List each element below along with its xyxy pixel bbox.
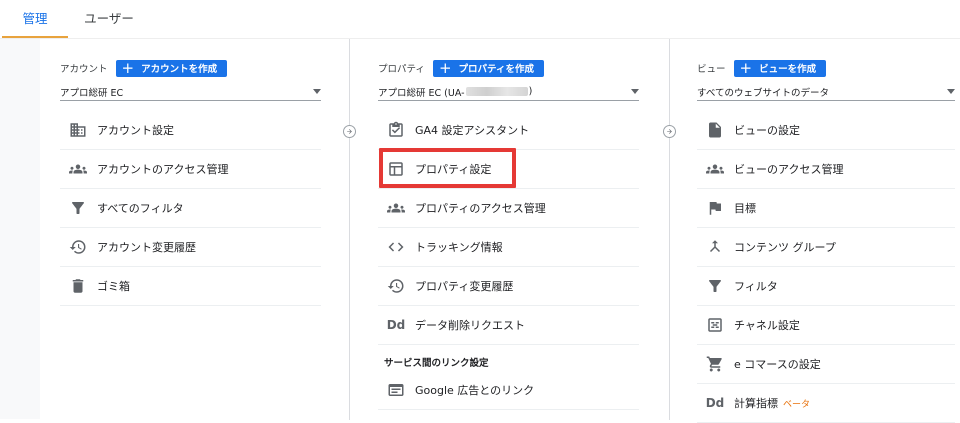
product-links-heading: サービス間のリンク設定 bbox=[384, 358, 489, 369]
arrow-right-icon bbox=[343, 125, 356, 138]
account-selected: アプロ総研 EC bbox=[60, 87, 124, 99]
trash-item[interactable]: ゴミ箱 bbox=[60, 267, 321, 306]
property-access-label: プロパティのアクセス管理 bbox=[415, 202, 546, 215]
property-selected-prefix: アプロ総研 EC (UA- bbox=[378, 87, 465, 99]
arrow-right-icon bbox=[663, 125, 676, 138]
plus-icon: + bbox=[739, 58, 753, 77]
goals-label: 目標 bbox=[734, 202, 756, 215]
tab-admin[interactable]: 管理 bbox=[2, 0, 68, 38]
account-access-item[interactable]: アカウントのアクセス管理 bbox=[60, 150, 321, 189]
view-access-label: ビューのアクセス管理 bbox=[734, 163, 844, 176]
account-label: アカウント bbox=[60, 64, 108, 75]
dd-icon: Dd bbox=[705, 396, 725, 410]
view-settings-item[interactable]: ビューの設定 bbox=[697, 111, 955, 150]
checklist-icon bbox=[386, 120, 406, 140]
content-group-icon bbox=[705, 237, 725, 257]
cart-icon bbox=[705, 354, 725, 374]
filters-item[interactable]: フィルタ bbox=[697, 267, 955, 306]
calculated-metrics-item[interactable]: Dd 計算指標 ベータ bbox=[697, 384, 955, 423]
filter-icon bbox=[68, 198, 88, 218]
property-history-item[interactable]: プロパティ変更履歴 bbox=[378, 267, 639, 306]
content-grouping-label: コンテンツ グループ bbox=[734, 241, 836, 254]
property-selected-suffix: ) bbox=[528, 86, 533, 97]
tracking-info-label: トラッキング情報 bbox=[415, 241, 503, 254]
tracking-info-item[interactable]: トラッキング情報 bbox=[378, 228, 639, 267]
goals-item[interactable]: 目標 bbox=[697, 189, 955, 228]
account-selector[interactable]: アプロ総研 EC bbox=[60, 83, 321, 101]
content-grouping-item[interactable]: コンテンツ グループ bbox=[697, 228, 955, 267]
ecommerce-settings-item[interactable]: e コマースの設定 bbox=[697, 345, 955, 384]
column-divider bbox=[349, 39, 350, 420]
all-filters-label: すべてのフィルタ bbox=[97, 202, 184, 215]
account-access-label: アカウントのアクセス管理 bbox=[97, 163, 229, 176]
create-view-button[interactable]: + ビューを作成 bbox=[733, 58, 827, 77]
plus-icon: + bbox=[438, 58, 452, 77]
tab-users[interactable]: ユーザー bbox=[72, 0, 146, 38]
caret-down-icon bbox=[313, 89, 321, 94]
admin-main: アカウント + アカウントを作成 アプロ総研 EC アカウント設定 アカウントの… bbox=[0, 38, 960, 423]
column-divider bbox=[669, 39, 670, 420]
people-icon bbox=[68, 159, 88, 179]
beta-badge: ベータ bbox=[783, 399, 811, 410]
calculated-metrics-label: 計算指標 bbox=[734, 397, 778, 410]
channel-icon bbox=[705, 315, 725, 335]
property-label: プロパティ bbox=[378, 64, 425, 75]
view-access-item[interactable]: ビューのアクセス管理 bbox=[697, 150, 955, 189]
property-menu: GA4 設定アシスタント プロパティ設定 プロパティのアクセス管理 トラッキング… bbox=[378, 111, 639, 410]
document-icon bbox=[705, 120, 725, 140]
account-history-label: アカウント変更履歴 bbox=[97, 241, 196, 254]
plus-icon: + bbox=[121, 58, 135, 77]
channel-settings-item[interactable]: チャネル設定 bbox=[697, 306, 955, 345]
data-deletion-item[interactable]: Dd データ削除リクエスト bbox=[378, 306, 639, 345]
redacted-id bbox=[465, 87, 528, 96]
create-account-label: アカウントを作成 bbox=[141, 64, 218, 75]
all-filters-item[interactable]: すべてのフィルタ bbox=[60, 189, 321, 228]
view-label: ビュー bbox=[697, 64, 726, 75]
create-account-button[interactable]: + アカウントを作成 bbox=[115, 58, 228, 77]
account-settings-item[interactable]: アカウント設定 bbox=[60, 111, 321, 150]
account-settings-label: アカウント設定 bbox=[97, 124, 174, 137]
google-ads-link-item[interactable]: Google 広告とのリンク bbox=[378, 371, 639, 410]
history-icon bbox=[68, 237, 88, 257]
account-history-item[interactable]: アカウント変更履歴 bbox=[60, 228, 321, 267]
property-settings-label: プロパティ設定 bbox=[415, 163, 492, 176]
trash-label: ゴミ箱 bbox=[97, 280, 130, 293]
property-selector[interactable]: アプロ総研 EC (UA- ) bbox=[378, 83, 639, 101]
code-icon bbox=[386, 237, 406, 257]
account-menu: アカウント設定 アカウントのアクセス管理 すべてのフィルタ アカウント変更履歴 … bbox=[60, 111, 321, 306]
view-settings-label: ビューの設定 bbox=[734, 124, 800, 137]
filter-icon bbox=[705, 276, 725, 296]
ga4-setup-assistant-item[interactable]: GA4 設定アシスタント bbox=[378, 111, 639, 150]
create-view-label: ビューを作成 bbox=[759, 64, 817, 75]
layout-icon bbox=[386, 159, 406, 179]
channel-settings-label: チャネル設定 bbox=[734, 319, 800, 332]
people-icon bbox=[386, 198, 406, 218]
trash-icon bbox=[68, 276, 88, 296]
admin-tabs: 管理 ユーザー bbox=[0, 0, 960, 38]
people-icon bbox=[705, 159, 725, 179]
view-selector[interactable]: すべてのウェブサイトのデータ bbox=[697, 83, 955, 101]
google-ads-icon bbox=[386, 380, 406, 400]
history-icon bbox=[386, 276, 406, 296]
caret-down-icon bbox=[947, 89, 955, 94]
property-access-item[interactable]: プロパティのアクセス管理 bbox=[378, 189, 639, 228]
ga4-setup-assistant-label: GA4 設定アシスタント bbox=[415, 124, 530, 137]
caret-down-icon bbox=[631, 89, 639, 94]
create-property-label: プロパティを作成 bbox=[458, 64, 534, 75]
filters-label: フィルタ bbox=[734, 280, 778, 293]
building-icon bbox=[68, 120, 88, 140]
view-selected: すべてのウェブサイトのデータ bbox=[697, 87, 829, 99]
data-deletion-label: データ削除リクエスト bbox=[415, 319, 525, 332]
property-history-label: プロパティ変更履歴 bbox=[415, 280, 514, 293]
view-menu: ビューの設定 ビューのアクセス管理 目標 コンテンツ グループ フィルタ チャネ… bbox=[697, 111, 955, 423]
property-settings-item[interactable]: プロパティ設定 bbox=[378, 150, 639, 189]
dd-icon: Dd bbox=[386, 318, 406, 332]
ecommerce-settings-label: e コマースの設定 bbox=[734, 358, 821, 371]
google-ads-link-label: Google 広告とのリンク bbox=[415, 384, 535, 397]
create-property-button[interactable]: + プロパティを作成 bbox=[432, 58, 544, 77]
flag-icon bbox=[705, 198, 725, 218]
